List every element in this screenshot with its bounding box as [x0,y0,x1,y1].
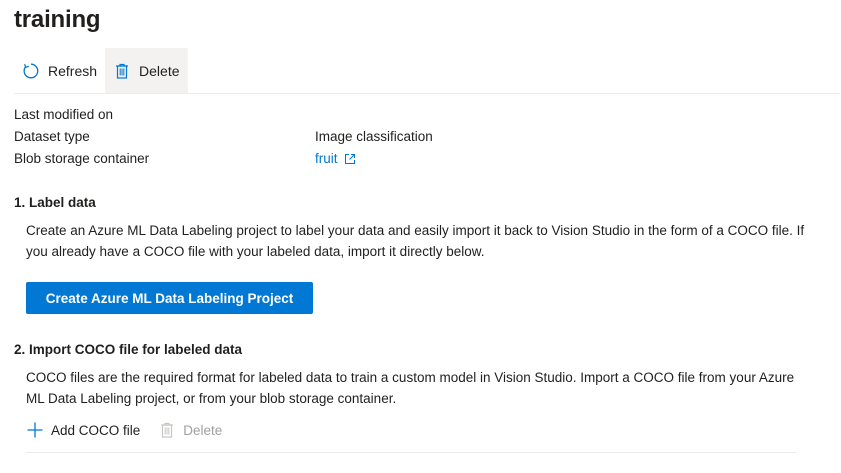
refresh-button[interactable]: Refresh [14,48,105,93]
plus-icon [26,421,44,439]
delete-button[interactable]: Delete [105,48,188,93]
import-coco-heading: 2. Import COCO file for labeled data [14,342,243,357]
blob-container-link-text: fruit [315,151,338,166]
delete-coco-file-button[interactable]: Delete [158,421,222,439]
blob-container-label: Blob storage container [14,151,150,166]
blob-container-value: fruit [315,150,356,168]
delete-label: Delete [139,62,180,79]
delete-coco-file-label: Delete [183,422,223,438]
import-coco-description: COCO files are the required format for l… [26,370,795,406]
last-modified-label: Last modified on [14,107,114,122]
open-in-new-window-icon [344,153,356,165]
add-coco-file-button[interactable]: Add COCO file [26,421,140,439]
create-labeling-project-button[interactable]: Create Azure ML Data Labeling Project [26,282,313,314]
dataset-type-value: Image classification [315,129,433,144]
divider [26,452,796,453]
refresh-label: Refresh [48,62,98,79]
refresh-icon [22,62,40,80]
add-coco-file-label: Add COCO file [51,422,141,438]
label-data-description: Create an Azure ML Data Labeling project… [26,223,805,259]
coco-file-toolbar: Add COCO file Delete [26,418,240,442]
trash-icon [113,62,131,80]
trash-icon [158,421,176,439]
command-bar: Refresh Delete [14,48,840,94]
dataset-type-label: Dataset type [14,129,90,144]
label-data-heading: 1. Label data [14,195,96,210]
blob-container-link[interactable]: fruit [315,150,356,168]
page-title: training [14,6,101,33]
